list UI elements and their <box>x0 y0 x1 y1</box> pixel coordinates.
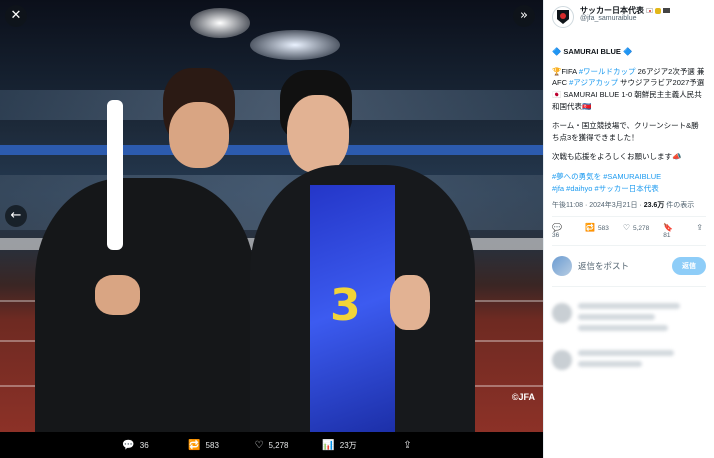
post-paragraph-1: 🏆FIFA #ワールドカップ 26アジア2次予選 兼 AFC #アジアカップ サ… <box>552 66 705 111</box>
retweet-icon: 🔁 <box>585 223 595 233</box>
avatar <box>552 303 572 324</box>
divider <box>552 245 706 247</box>
reply-icon: 💬 <box>552 223 562 233</box>
copyright-label: ©JFA <box>511 392 535 402</box>
post-title: 🔷 SAMURAI BLUE 🔷 <box>552 47 633 56</box>
reply-submit-button[interactable]: 返信 <box>672 257 706 276</box>
reply-icon: 💬 <box>122 439 135 451</box>
affiliate-icon <box>663 8 670 14</box>
post-header: サッカー日本代表 @jfa_samuraiblue <box>544 0 714 28</box>
share-icon: ⇪ <box>696 223 703 233</box>
list-item[interactable] <box>544 293 714 340</box>
post-photo[interactable]: 3 ✕ » ← ©JFA <box>0 0 543 432</box>
divider <box>552 216 706 218</box>
hashtag-worldcup[interactable]: #ワールドカップ <box>579 67 636 76</box>
my-avatar <box>552 256 572 277</box>
arrow-left-icon[interactable]: ← <box>5 205 27 227</box>
media-viewer: 3 ✕ » ← ©JFA 💬 36 🔁 583 ♡ 5,278 📊 23万 ⇪ <box>0 0 543 458</box>
list-item[interactable] <box>544 340 714 376</box>
avatar[interactable] <box>552 6 574 28</box>
close-icon[interactable]: ✕ <box>5 5 27 27</box>
player-right: 3 <box>250 70 475 432</box>
retweet-button[interactable]: 🔁 583 <box>170 432 238 458</box>
hashtag-asiancup[interactable]: #アジアカップ <box>569 78 618 87</box>
reply-button[interactable]: 💬 36 <box>102 432 170 458</box>
heart-icon: ♡ <box>254 439 264 451</box>
divider <box>552 286 706 288</box>
post-text: 🔷 SAMURAI BLUE 🔷 🏆FIFA #ワールドカップ 26アジア2次予… <box>544 28 714 194</box>
chevrons-right-icon[interactable]: » <box>513 5 535 27</box>
retweet-stat[interactable]: 🔁 583 <box>585 223 609 239</box>
share-stat[interactable]: ⇪ <box>696 223 706 239</box>
avatar <box>552 350 572 371</box>
post-hashtags[interactable]: #夢への勇気を #SAMURAIBLUE #jfa #daihyo #サッカー日… <box>552 171 706 194</box>
reply-composer: 返信をポスト 返信 <box>544 252 714 280</box>
jfa-crest-icon <box>557 10 569 24</box>
reply-stat[interactable]: 💬36 <box>552 223 571 239</box>
post-detail-panel: サッカー日本代表 @jfa_samuraiblue 🔷 SAMURAI BLUE… <box>543 0 714 458</box>
share-button[interactable]: ⇪ <box>374 432 442 458</box>
post-paragraph-3: 次戦も応援をよろしくお願いします📣 <box>552 152 682 162</box>
player-left <box>35 60 255 432</box>
like-stat[interactable]: ♡ 5,278 <box>623 223 649 239</box>
like-button[interactable]: ♡ 5,278 <box>238 432 306 458</box>
verified-badge-icon <box>655 7 661 14</box>
reply-input[interactable]: 返信をポスト <box>578 260 666 272</box>
post-paragraph-2: ホーム・国立競技場で、クリーンシート&勝ち点3を獲得できました！ <box>552 121 699 142</box>
bookmark-icon: 🔖 <box>663 223 674 233</box>
views-button[interactable]: 📊 23万 <box>306 432 374 458</box>
post-stats: 💬36 🔁 583 ♡ 5,278 🔖81 ⇪ <box>544 223 714 239</box>
display-name[interactable]: サッカー日本代表 <box>580 6 670 15</box>
handle[interactable]: @jfa_samuraiblue <box>580 15 670 23</box>
media-action-bar: 💬 36 🔁 583 ♡ 5,278 📊 23万 ⇪ <box>0 432 543 458</box>
japan-flag-icon <box>646 8 653 14</box>
share-icon: ⇪ <box>403 439 412 451</box>
post-meta: 午後11:08 · 2024年3月21日 · 23.6万 件の表示 <box>552 202 695 210</box>
bar-chart-icon: 📊 <box>322 439 335 451</box>
bookmark-stat[interactable]: 🔖81 <box>663 223 682 239</box>
heart-icon: ♡ <box>622 223 630 233</box>
retweet-icon: 🔁 <box>188 439 201 451</box>
